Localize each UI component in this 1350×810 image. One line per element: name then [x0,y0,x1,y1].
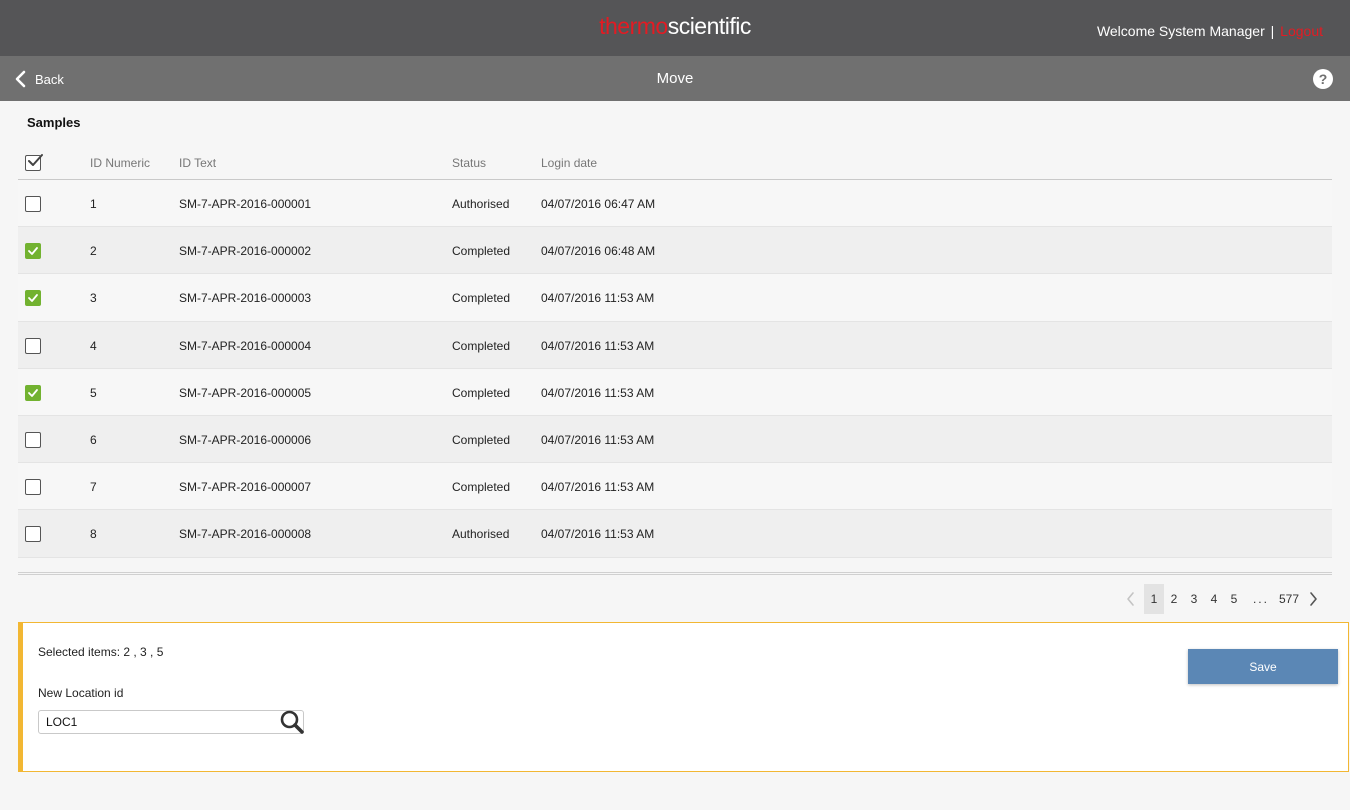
id-numeric-cell: 6 [90,432,97,447]
login-date-cell: 04/07/2016 11:53 AM [541,432,655,447]
row-checkbox[interactable] [25,526,41,543]
row-checkbox[interactable] [25,290,41,307]
samples-table: ID Numeric ID Text Status Login date 1 SM… [18,146,1332,558]
sub-header: Back Move ? [0,56,1350,101]
pagination: 1 2 3 4 5 ... 577 [1118,584,1326,614]
id-text-cell: SM-7-APR-2016-000008 [179,527,312,542]
next-page-button[interactable] [1300,584,1326,614]
search-icon[interactable] [279,709,305,735]
login-date-cell: 04/07/2016 11:53 AM [541,385,655,400]
save-button[interactable]: Save [1188,649,1338,684]
top-bar: thermoscientific Welcome System Manager … [0,0,1350,56]
id-numeric-cell: 5 [90,385,97,400]
location-input[interactable] [38,710,304,734]
chevron-left-icon [1127,592,1134,606]
status-cell: Completed [452,432,511,447]
id-text-cell: SM-7-APR-2016-000004 [179,338,312,353]
page-title: Move [656,70,694,87]
table-row[interactable]: 2 SM-7-APR-2016-000002 Completed 04/07/2016… [18,227,1332,275]
login-date-cell: 04/07/2016 11:53 AM [541,338,655,353]
table-header: ID Numeric ID Text Status Login date [18,146,1332,180]
select-all-checkbox[interactable] [25,154,43,171]
login-date-cell: 04/07/2016 11:53 AM [541,480,655,495]
status-cell: Completed [452,480,511,495]
table-row[interactable]: 1 SM-7-APR-2016-000001 Authorised 04/07/201… [18,180,1332,228]
brand-thermo: thermo [599,13,668,39]
help-icon[interactable]: ? [1313,69,1333,89]
login-date-cell: 04/07/2016 06:48 AM [541,244,656,259]
header-separator: | [1270,23,1275,39]
checkmark-icon [28,247,38,256]
table-row[interactable]: 4 SM-7-APR-2016-000004 Completed 04/07/2016… [18,321,1332,369]
id-text-cell: SM-7-APR-2016-000001 [179,197,312,211]
id-text-cell: SM-7-APR-2016-000002 [179,244,312,259]
id-numeric-cell: 1 [90,197,97,211]
table-row[interactable]: 7 SM-7-APR-2016-000007 Completed 04/07/2016… [18,463,1332,511]
selected-items-text: Selected items: 2 , 3 , 5 [38,645,164,659]
login-date-cell: 04/07/2016 11:53 AM [541,291,655,306]
status-cell: Completed [452,291,511,306]
chevron-right-icon [1310,592,1317,606]
id-numeric-cell: 7 [90,480,97,495]
samples-title: Samples [27,115,81,130]
page-last-button[interactable]: 577 [1278,584,1300,614]
column-header-status[interactable]: Status [452,156,486,170]
column-header-id-text[interactable]: ID Text [179,156,216,170]
checkmark-icon [28,388,38,397]
status-cell: Authorised [452,527,510,542]
pagination-ellipsis: ... [1252,592,1269,606]
checkmark-icon [28,154,43,166]
user-area: Welcome System Manager | Logout [1097,23,1323,39]
id-numeric-cell: 4 [90,338,97,353]
id-numeric-cell: 3 [90,291,97,306]
welcome-text: Welcome System Manager [1096,23,1265,39]
row-checkbox[interactable] [25,384,41,401]
table-row[interactable]: 3 SM-7-APR-2016-000003 Completed 04/07/2016… [18,274,1332,322]
page-5-button[interactable]: 5 [1224,584,1244,614]
table-row[interactable]: 5 SM-7-APR-2016-000005 Completed 04/07/2016… [18,368,1332,416]
row-checkbox[interactable] [25,479,41,496]
id-text-cell: SM-7-APR-2016-000007 [179,480,312,495]
table-row[interactable]: 8 SM-7-APR-2016-000008 Authorised 04/07/201… [18,510,1332,558]
brand-scientific: scientific [667,13,752,39]
column-header-id-numeric[interactable]: ID Numeric [90,156,150,170]
status-cell: Completed [452,338,511,353]
id-text-cell: SM-7-APR-2016-000005 [179,385,312,400]
location-label: New Location id [38,686,124,700]
checkmark-icon [28,294,38,303]
id-numeric-cell: 2 [90,244,97,259]
row-checkbox[interactable] [25,243,41,260]
login-date-cell: 04/07/2016 11:53 AM [541,527,655,542]
page-2-button[interactable]: 2 [1164,584,1184,614]
row-checkbox[interactable] [25,196,41,212]
page-4-button[interactable]: 4 [1204,584,1224,614]
prev-page-button[interactable] [1118,584,1144,614]
table-bottom-divider [18,572,1332,575]
page-1-button[interactable]: 1 [1143,584,1164,614]
logout-link[interactable]: Logout [1280,23,1323,39]
table-body: 1 SM-7-APR-2016-000001 Authorised 04/07/201… [18,180,1332,558]
id-text-cell: SM-7-APR-2016-000006 [179,432,312,447]
table-row[interactable]: 6 SM-7-APR-2016-000006 Completed 04/07/2016… [18,415,1332,464]
page-3-button[interactable]: 3 [1184,584,1204,614]
status-cell: Completed [452,385,511,400]
move-panel: Selected items: 2 , 3 , 5 New Location i… [18,622,1349,772]
id-numeric-cell: 8 [90,527,97,542]
row-checkbox[interactable] [25,337,41,354]
login-date-cell: 04/07/2016 06:47 AM [541,197,656,211]
status-cell: Completed [452,244,511,259]
status-cell: Authorised [452,197,510,211]
id-text-cell: SM-7-APR-2016-000003 [179,291,312,306]
row-checkbox[interactable] [25,431,41,448]
column-header-login-date[interactable]: Login date [541,156,597,170]
